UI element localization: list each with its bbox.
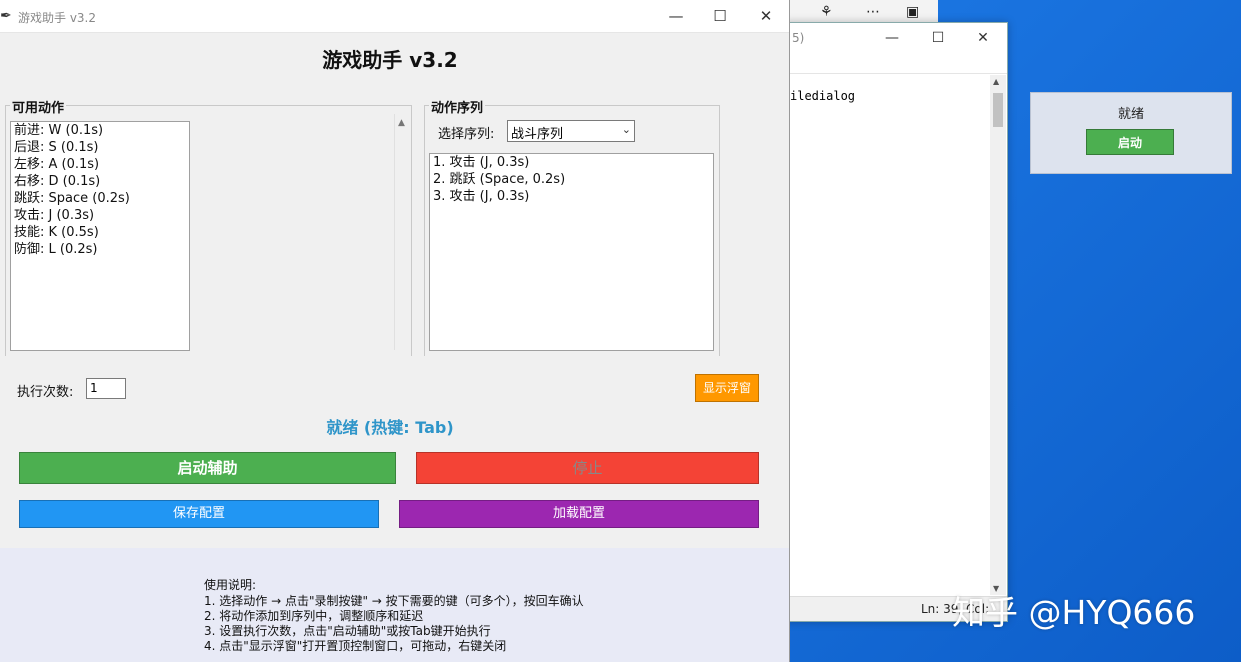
instructions-title: 使用说明:	[204, 578, 257, 592]
floating-status: 就绪	[1117, 107, 1144, 122]
notepad-titlebar: 5) — ☐ ✕	[786, 23, 1007, 53]
notepad-text[interactable]: iledialog	[790, 89, 855, 103]
instruction-line: 4. 点击"显示浮窗"打开置顶控制窗口，可拖动，右键关闭	[204, 639, 507, 653]
list-item[interactable]: 1. 攻击 (J, 0.3s)	[430, 154, 713, 171]
list-item[interactable]: 跳跃: Space (0.2s)	[11, 190, 189, 207]
exec-count-value: 1	[90, 381, 98, 395]
scroll-up-icon[interactable]: ▲	[993, 77, 999, 86]
page-title: 游戏助手 v3.2	[322, 48, 458, 72]
select-sequence-label: 选择序列:	[438, 127, 495, 142]
scroll-up-icon[interactable]: ▲	[398, 118, 405, 128]
instructions-panel: 使用说明: 1. 选择动作 → 点击"录制按键" → 按下需要的键（可多个），按…	[0, 548, 789, 662]
sequence-select[interactable]: 战斗序列 ⌄	[507, 120, 635, 142]
start-assist-button[interactable]: 启动辅助	[19, 452, 396, 484]
list-item[interactable]: 前进: W (0.1s)	[11, 122, 189, 139]
notepad-scrollbar[interactable]: ▲ ▼	[990, 75, 1006, 595]
notepad-title: 5)	[792, 31, 805, 45]
minimize-icon[interactable]: —	[656, 4, 696, 28]
stop-button[interactable]: 停止	[416, 452, 759, 484]
show-float-button[interactable]: 显示浮窗	[695, 374, 759, 402]
load-config-button[interactable]: 加载配置	[399, 500, 759, 528]
action-sequence-label: 动作序列	[429, 97, 486, 116]
list-item[interactable]: 3. 攻击 (J, 0.3s)	[430, 188, 713, 205]
panel-icon: ▣	[906, 4, 920, 20]
scroll-thumb[interactable]	[993, 93, 1003, 127]
close-icon[interactable]: ✕	[969, 27, 997, 49]
save-config-button[interactable]: 保存配置	[19, 500, 379, 528]
action-sequence-list[interactable]: 1. 攻击 (J, 0.3s) 2. 跳跃 (Space, 0.2s) 3. 攻…	[429, 153, 714, 351]
maximize-icon[interactable]: ☐	[924, 27, 952, 49]
list-item[interactable]: 右移: D (0.1s)	[11, 173, 189, 190]
list-item[interactable]: 左移: A (0.1s)	[11, 156, 189, 173]
notepad-window: 5) — ☐ ✕ iledialog ▲ ▼ Ln: 39, Col:	[785, 22, 1008, 622]
close-icon[interactable]: ✕	[746, 4, 786, 28]
sequence-select-value: 战斗序列	[511, 127, 564, 142]
chevron-down-icon: ⌄	[621, 123, 631, 136]
floating-control-panel[interactable]: 就绪 启动	[1030, 92, 1232, 174]
list-item[interactable]: 技能: K (0.5s)	[11, 224, 189, 241]
list-item[interactable]: 2. 跳跃 (Space, 0.2s)	[430, 171, 713, 188]
feather-icon: ✒	[0, 8, 12, 24]
available-actions-list[interactable]: 前进: W (0.1s) 后退: S (0.1s) 左移: A (0.1s) 右…	[10, 121, 190, 351]
main-window: ✒ 游戏助手 v3.2 — ☐ ✕ 游戏助手 v3.2 可用动作 前进: W (…	[0, 0, 790, 662]
available-actions-label: 可用动作	[10, 97, 67, 116]
more-icon: ⋯	[866, 4, 880, 20]
notepad-menubar	[786, 53, 1007, 74]
maximize-icon[interactable]: ☐	[700, 4, 740, 28]
list-item[interactable]: 攻击: J (0.3s)	[11, 207, 189, 224]
window-title: 游戏助手 v3.2	[18, 11, 97, 25]
floating-start-button[interactable]: 启动	[1086, 129, 1174, 155]
list-item[interactable]: 防御: L (0.2s)	[11, 241, 189, 258]
minimize-icon[interactable]: —	[878, 27, 906, 49]
status-text: 就绪 (热键: Tab)	[326, 418, 454, 437]
brain-icon: ⚘	[820, 4, 833, 20]
exec-count-label: 执行次数:	[17, 385, 74, 400]
watermark: 知乎 @HYQ666	[952, 593, 1196, 632]
list-item[interactable]: 后退: S (0.1s)	[11, 139, 189, 156]
main-titlebar: ✒ 游戏助手 v3.2 — ☐ ✕	[0, 0, 789, 33]
actions-scrollbar[interactable]: ▲	[394, 114, 410, 350]
exec-count-input[interactable]: 1	[86, 378, 126, 399]
